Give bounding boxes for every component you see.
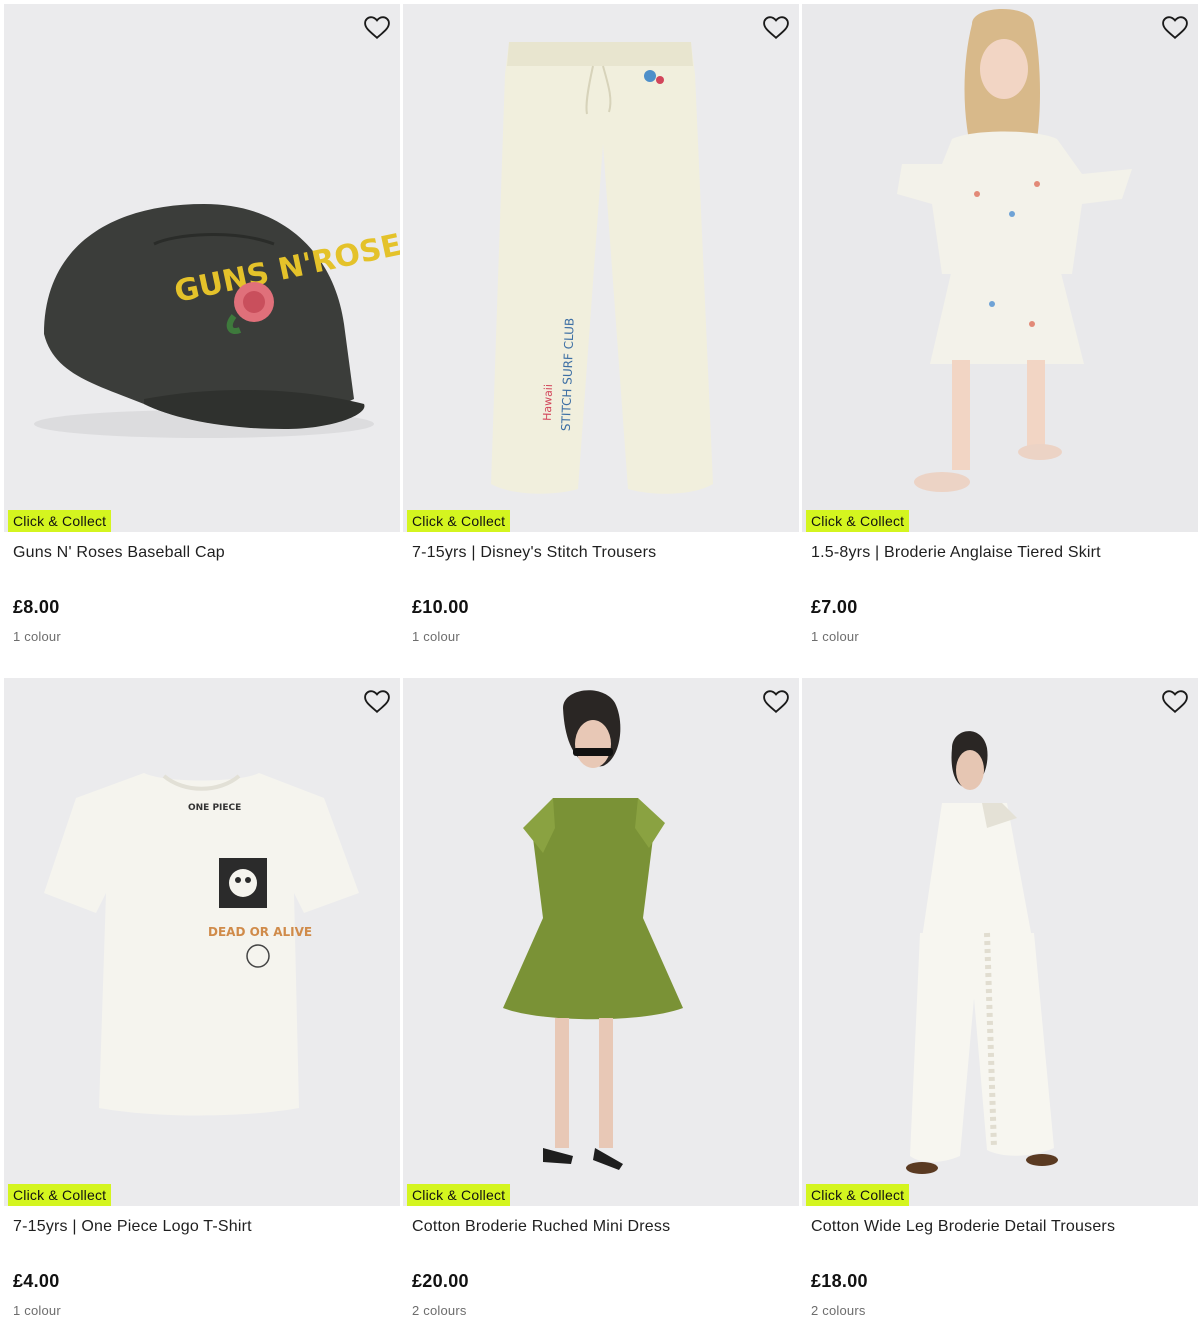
click-collect-badge: Click & Collect (407, 1184, 511, 1206)
colour-count: 1 colour (13, 629, 61, 644)
product-price: £7.00 (811, 597, 858, 617)
product-price: £10.00 (412, 597, 469, 617)
product-card[interactable]: STITCH SURF CLUB Hawaii Click & Collect … (403, 4, 799, 645)
click-collect-badge: Click & Collect (407, 510, 511, 532)
product-title[interactable]: 1.5-8yrs | Broderie Anglaise Tiered Skir… (811, 543, 1198, 563)
product-card[interactable]: Click & Collect 1.5-8yrs | Broderie Angl… (802, 4, 1198, 645)
white-trousers-image (906, 731, 1058, 1174)
colour-count: 1 colour (13, 1303, 61, 1318)
product-card[interactable]: DEAD OR ALIVE ONE PIECE Click & Collect … (4, 678, 400, 1319)
heart-outline-icon[interactable] (1162, 690, 1188, 714)
child-outfit-image (897, 9, 1132, 492)
product-image[interactable]: DEAD OR ALIVE ONE PIECE Click & Collect (4, 678, 400, 1206)
heart-outline-icon[interactable] (364, 690, 390, 714)
product-price: £18.00 (811, 1271, 868, 1291)
svg-text:Hawaii: Hawaii (541, 384, 555, 421)
product-title[interactable]: 7-15yrs | One Piece Logo T-Shirt (13, 1217, 400, 1237)
product-title[interactable]: 7-15yrs | Disney's Stitch Trousers (412, 543, 799, 563)
tshirt-image: DEAD OR ALIVE ONE PIECE (44, 773, 359, 1116)
product-image[interactable]: GUNS N'ROSES Click & Collect (4, 4, 400, 532)
green-dress-image (503, 690, 683, 1170)
product-card[interactable]: GUNS N'ROSES Click & Collect Guns N' Ros… (4, 4, 400, 645)
colour-count: 2 colours (811, 1303, 866, 1318)
click-collect-badge: Click & Collect (806, 1184, 910, 1206)
click-collect-badge: Click & Collect (8, 510, 112, 532)
product-title[interactable]: Cotton Broderie Ruched Mini Dress (412, 1217, 799, 1237)
click-collect-badge: Click & Collect (8, 1184, 112, 1206)
product-grid: GUNS N'ROSES Click & Collect Guns N' Ros… (0, 0, 1200, 1326)
colour-count: 1 colour (412, 629, 460, 644)
product-card[interactable]: Click & Collect Cotton Wide Leg Broderie… (802, 678, 1198, 1319)
heart-outline-icon[interactable] (364, 16, 390, 40)
product-image[interactable]: Click & Collect (403, 678, 799, 1206)
product-price: £8.00 (13, 597, 60, 617)
product-title[interactable]: Cotton Wide Leg Broderie Detail Trousers (811, 1217, 1198, 1237)
click-collect-badge: Click & Collect (806, 510, 910, 532)
product-card[interactable]: Click & Collect Cotton Broderie Ruched M… (403, 678, 799, 1319)
heart-outline-icon[interactable] (763, 16, 789, 40)
heart-outline-icon[interactable] (1162, 16, 1188, 40)
colour-count: 1 colour (811, 629, 859, 644)
svg-text:ONE PIECE: ONE PIECE (188, 803, 241, 813)
trousers-image: STITCH SURF CLUB Hawaii (491, 42, 713, 494)
product-price: £4.00 (13, 1271, 60, 1291)
product-price: £20.00 (412, 1271, 469, 1291)
heart-outline-icon[interactable] (763, 690, 789, 714)
product-image[interactable]: Click & Collect (802, 678, 1198, 1206)
product-image[interactable]: STITCH SURF CLUB Hawaii Click & Collect (403, 4, 799, 532)
product-title[interactable]: Guns N' Roses Baseball Cap (13, 543, 400, 563)
baseball-cap-image: GUNS N'ROSES (34, 204, 400, 438)
colour-count: 2 colours (412, 1303, 467, 1318)
product-image[interactable]: Click & Collect (802, 4, 1198, 532)
svg-text:DEAD OR ALIVE: DEAD OR ALIVE (208, 925, 312, 939)
